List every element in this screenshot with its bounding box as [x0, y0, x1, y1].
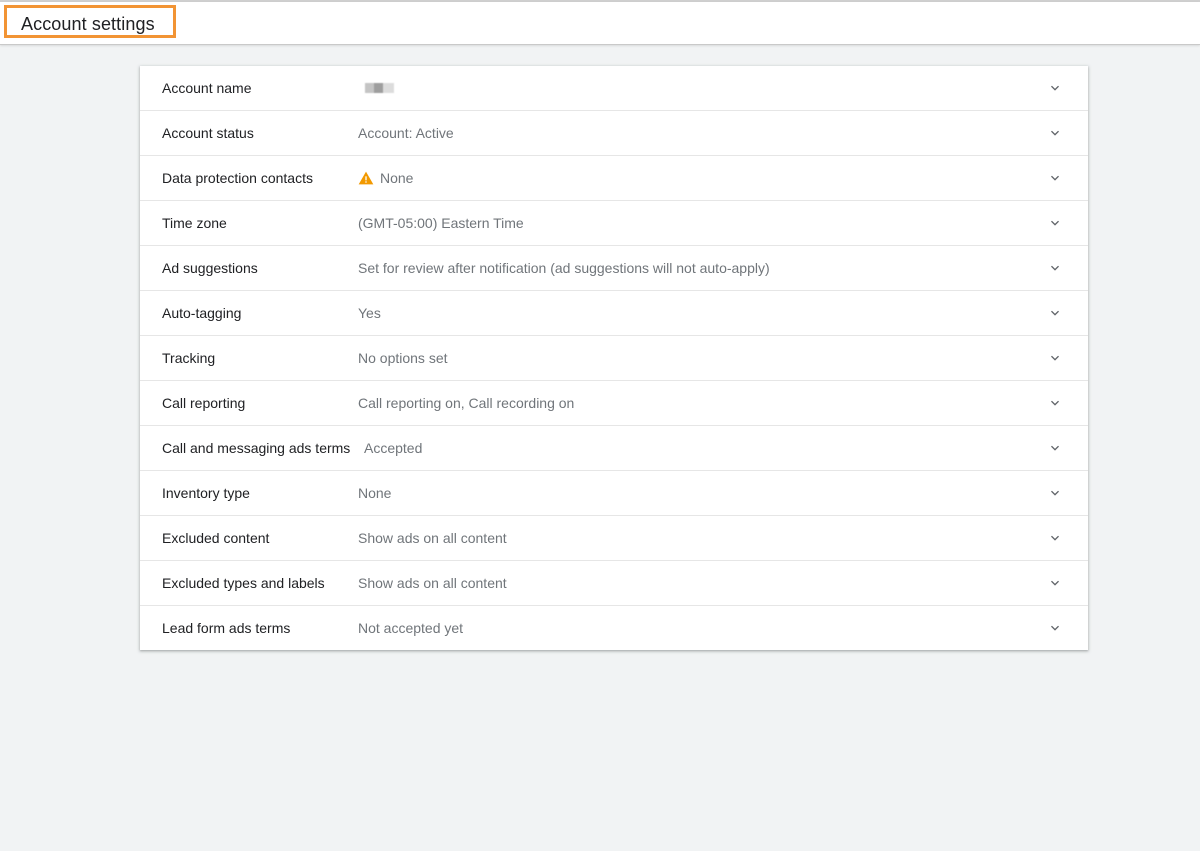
chevron-down-icon[interactable]	[1047, 305, 1063, 321]
setting-value: No options set	[358, 350, 448, 366]
chevron-down-icon[interactable]	[1047, 440, 1063, 456]
page-header: Account settings	[0, 2, 1200, 45]
setting-row-time-zone[interactable]: Time zone (GMT-05:00) Eastern Time	[140, 201, 1088, 246]
setting-label: Call and messaging ads terms	[162, 440, 351, 456]
setting-value: Set for review after notification (ad su…	[358, 260, 770, 276]
chevron-down-icon[interactable]	[1047, 260, 1063, 276]
setting-label: Excluded content	[162, 530, 270, 546]
settings-card: Account name Account status Account: Act…	[140, 66, 1088, 650]
setting-value: Call reporting on, Call recording on	[358, 395, 575, 411]
setting-label: Account status	[162, 125, 254, 141]
setting-label: Ad suggestions	[162, 260, 258, 276]
setting-row-tracking[interactable]: Tracking No options set	[140, 336, 1088, 381]
setting-row-lead-form-ads-terms[interactable]: Lead form ads terms Not accepted yet	[140, 606, 1088, 650]
setting-value	[358, 66, 394, 110]
setting-row-excluded-content[interactable]: Excluded content Show ads on all content	[140, 516, 1088, 561]
setting-row-auto-tagging[interactable]: Auto-tagging Yes	[140, 291, 1088, 336]
chevron-down-icon[interactable]	[1047, 80, 1063, 96]
setting-value: None	[358, 485, 392, 501]
chevron-down-icon[interactable]	[1047, 620, 1063, 636]
setting-value: Not accepted yet	[358, 620, 464, 636]
setting-value: Accepted	[364, 440, 423, 456]
setting-value: (GMT-05:00) Eastern Time	[358, 215, 524, 231]
chevron-down-icon[interactable]	[1047, 170, 1063, 186]
setting-row-data-protection-contacts[interactable]: Data protection contacts None	[140, 156, 1088, 201]
setting-label: Lead form ads terms	[162, 620, 291, 636]
setting-row-inventory-type[interactable]: Inventory type None	[140, 471, 1088, 516]
setting-row-account-name[interactable]: Account name	[140, 66, 1088, 111]
redacted-account-name	[358, 83, 394, 93]
setting-label: Auto-tagging	[162, 305, 242, 321]
setting-label: Excluded types and labels	[162, 575, 325, 591]
setting-value: Show ads on all content	[358, 575, 507, 591]
setting-row-ad-suggestions[interactable]: Ad suggestions Set for review after noti…	[140, 246, 1088, 291]
setting-row-call-messaging-ads-terms[interactable]: Call and messaging ads terms Accepted	[140, 426, 1088, 471]
setting-row-excluded-types-labels[interactable]: Excluded types and labels Show ads on al…	[140, 561, 1088, 606]
setting-value: Yes	[358, 305, 381, 321]
setting-value: None	[358, 156, 413, 200]
chevron-down-icon[interactable]	[1047, 395, 1063, 411]
warning-icon	[358, 171, 374, 185]
setting-value: Show ads on all content	[358, 530, 507, 546]
setting-label: Time zone	[162, 215, 227, 231]
setting-label: Tracking	[162, 350, 216, 366]
chevron-down-icon[interactable]	[1047, 215, 1063, 231]
setting-label: Account name	[162, 80, 252, 96]
chevron-down-icon[interactable]	[1047, 575, 1063, 591]
chevron-down-icon[interactable]	[1047, 485, 1063, 501]
setting-label: Data protection contacts	[162, 170, 313, 186]
setting-label: Inventory type	[162, 485, 250, 501]
chevron-down-icon[interactable]	[1047, 350, 1063, 366]
setting-value-text: None	[380, 170, 414, 186]
setting-value: Account: Active	[358, 125, 454, 141]
chevron-down-icon[interactable]	[1047, 125, 1063, 141]
setting-row-call-reporting[interactable]: Call reporting Call reporting on, Call r…	[140, 381, 1088, 426]
chevron-down-icon[interactable]	[1047, 530, 1063, 546]
page-title: Account settings	[21, 14, 155, 34]
setting-row-account-status[interactable]: Account status Account: Active	[140, 111, 1088, 156]
setting-label: Call reporting	[162, 395, 246, 411]
